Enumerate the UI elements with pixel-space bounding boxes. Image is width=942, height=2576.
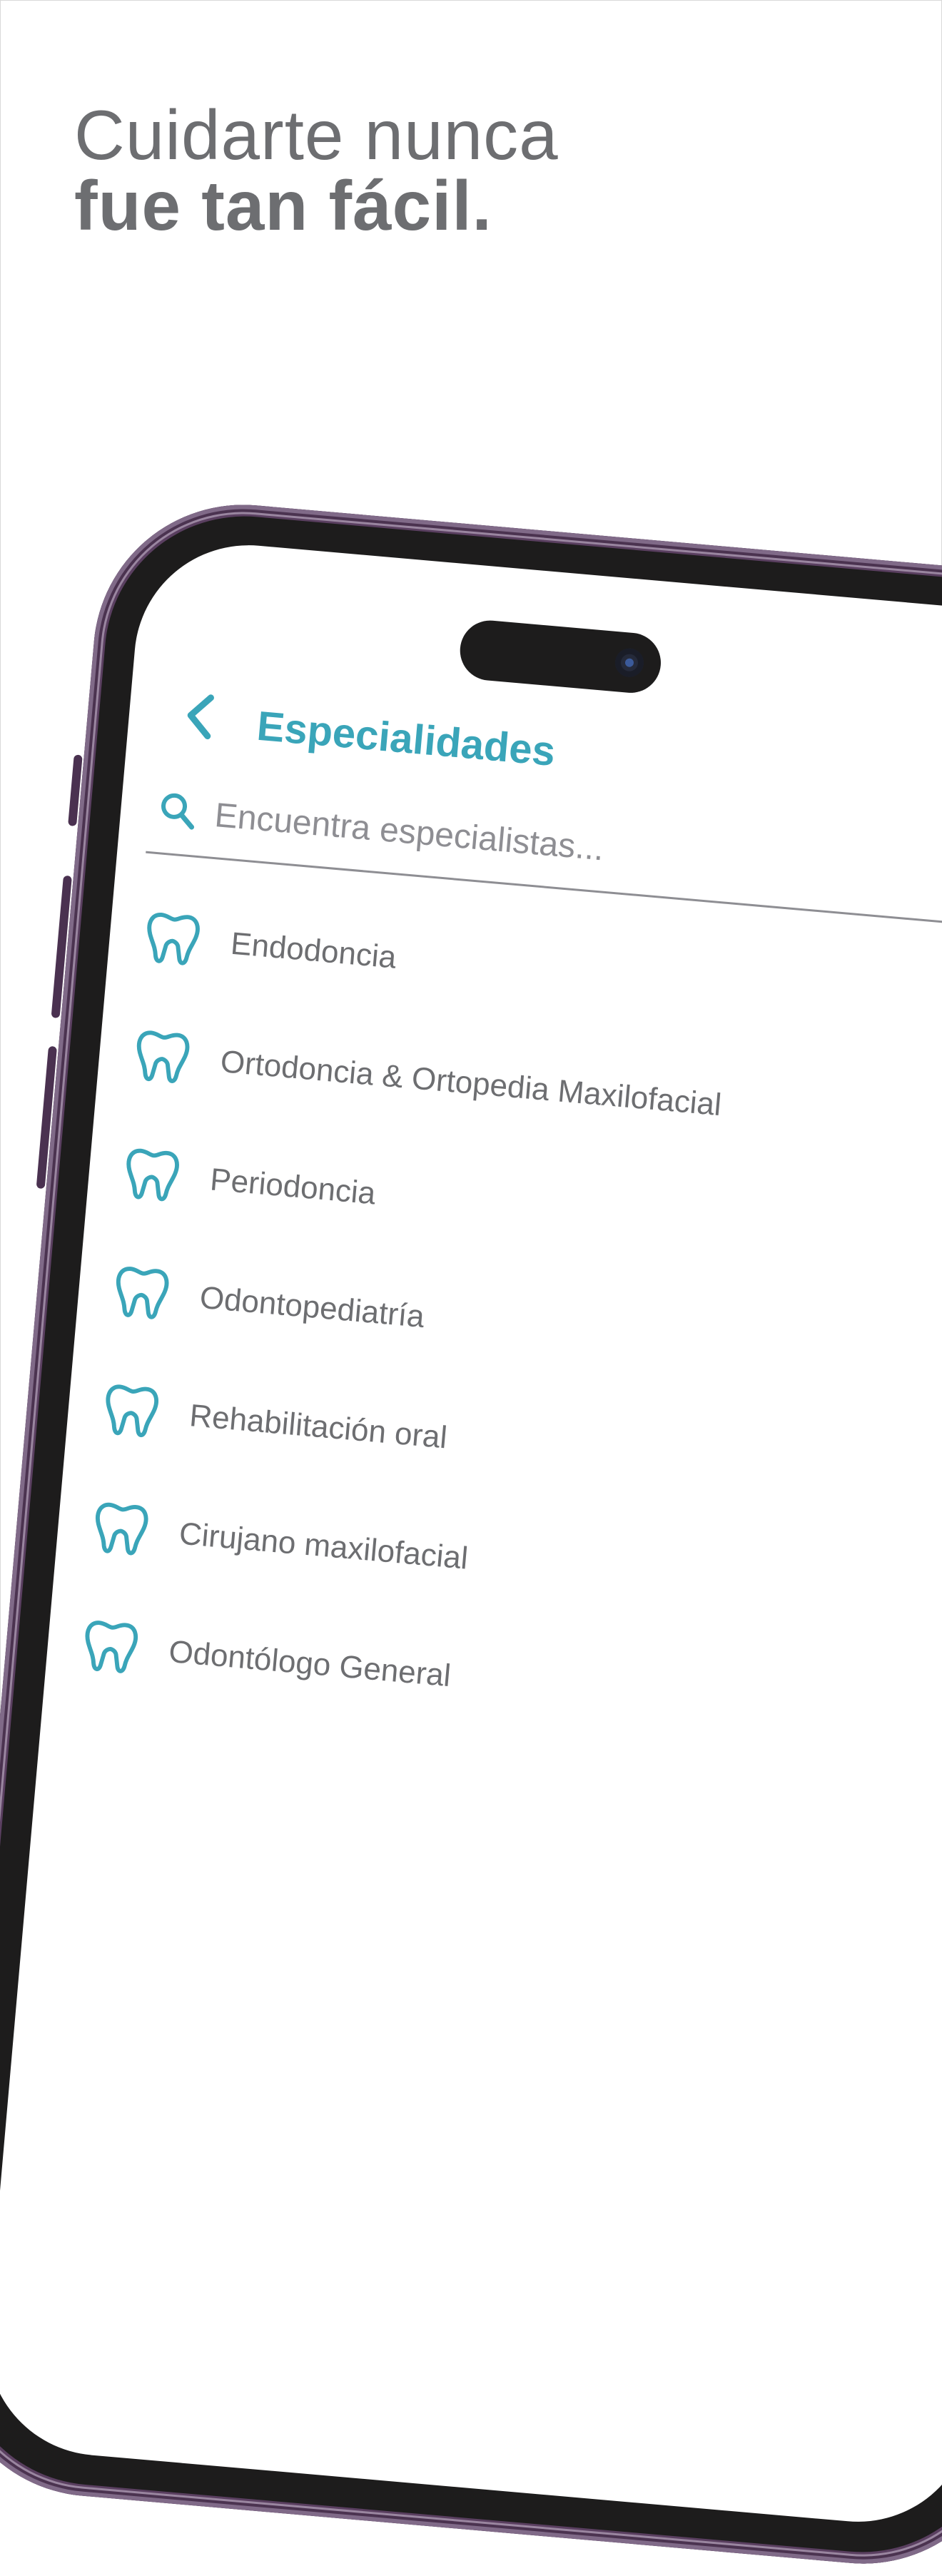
page-title: Especialidades	[255, 702, 557, 775]
specialty-label: Endodoncia	[229, 926, 398, 975]
specialty-label: Periodoncia	[208, 1162, 378, 1212]
tooth-icon	[116, 1267, 169, 1319]
specialty-label: Odontopediatría	[198, 1279, 426, 1335]
tooth-icon	[126, 1148, 179, 1202]
dynamic-island	[457, 618, 664, 696]
specialty-label: Rehabilitación oral	[188, 1398, 449, 1456]
specialty-label: Cirujano maxilofacial	[178, 1516, 470, 1576]
specialty-label: Ortodoncia & Ortopedia Maxilofacial	[218, 1043, 723, 1123]
headline: Cuidarte nunca fue tan fácil.	[74, 100, 559, 243]
tooth-icon	[147, 913, 200, 965]
tooth-icon	[85, 1621, 138, 1673]
search-input[interactable]	[211, 792, 930, 900]
headline-line-2: fue tan fácil.	[74, 166, 492, 245]
headline-line-1: Cuidarte nunca	[74, 96, 559, 174]
search-icon	[161, 793, 195, 830]
phone-mockup: Especialidades Endodoncia Ortodoncia & O…	[0, 492, 942, 2576]
specialties-list: Endodoncia Ortodoncia & Ortopedia Maxilo…	[71, 877, 942, 1778]
tooth-icon	[136, 1030, 190, 1083]
tooth-icon	[96, 1502, 148, 1556]
back-button[interactable]	[176, 689, 223, 743]
tooth-icon	[106, 1384, 158, 1438]
specialty-label: Odontólogo General	[167, 1633, 452, 1694]
chevron-left-icon	[187, 694, 214, 740]
phone-screen: Especialidades Endodoncia Ortodoncia & O…	[0, 535, 942, 2532]
camera-icon	[614, 647, 645, 679]
